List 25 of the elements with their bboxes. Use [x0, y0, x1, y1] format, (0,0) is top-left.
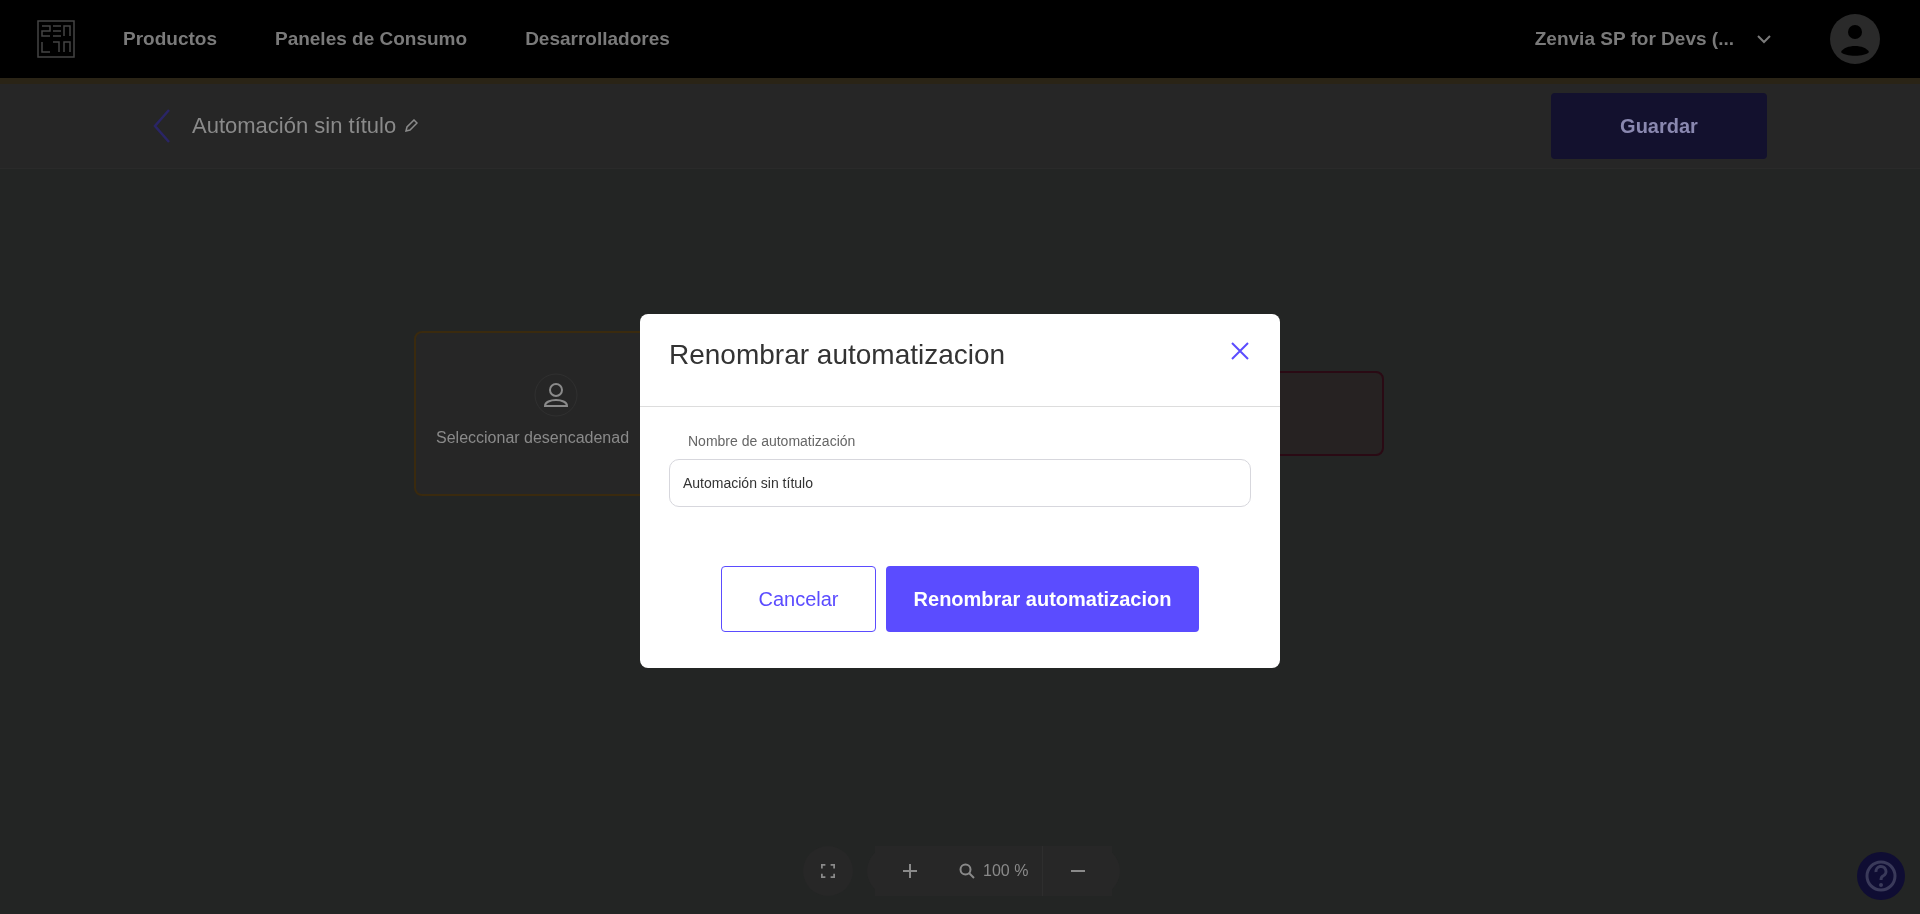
save-button[interactable]: Guardar — [1551, 93, 1767, 159]
chevron-icon — [1756, 34, 1772, 44]
zoom-out-button[interactable] — [1042, 846, 1113, 896]
plus-icon — [902, 863, 918, 879]
nav-link[interactable]: Desarrolladores — [525, 28, 670, 50]
pencil-icon[interactable] — [404, 119, 419, 133]
search-icon — [959, 863, 975, 879]
rename-button[interactable]: Renombrar automatizacion — [886, 566, 1199, 632]
minus-icon — [1069, 870, 1086, 872]
nav-link[interactable]: Paneles de Consumo — [274, 28, 468, 50]
field-label: Nombre de automatización — [688, 433, 857, 449]
automation-title: Automación sin título — [192, 113, 397, 139]
cancel-button[interactable]: Cancelar — [721, 566, 876, 632]
name-input[interactable]: Automación sin título — [669, 459, 1251, 507]
avatar-icon[interactable] — [1830, 14, 1880, 64]
close-icon[interactable] — [1230, 341, 1250, 361]
zoom-level: 100 % — [983, 862, 1029, 880]
node-label: Seleccionar desencadenad — [436, 429, 630, 447]
fullscreen-icon — [821, 864, 835, 878]
account-dropdown[interactable]: Zenvia SP for Devs (... — [1528, 27, 1778, 51]
back-icon[interactable] — [152, 108, 172, 144]
help-icon[interactable] — [1857, 852, 1905, 900]
nav-link[interactable]: Productos — [123, 28, 217, 50]
logo-icon[interactable] — [37, 20, 75, 58]
user-icon — [534, 373, 578, 417]
